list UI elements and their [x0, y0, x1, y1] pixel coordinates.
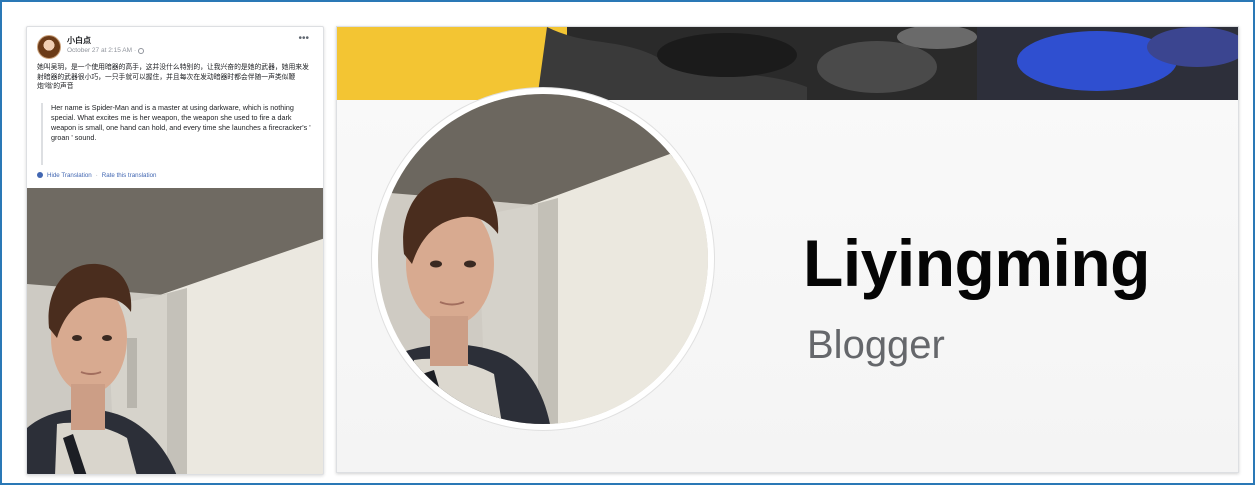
post-translation-text: Her name is Spider-Man and is a master a… [41, 103, 313, 165]
screenshot-frame: 小白点 October 27 at 2:15 AM · ••• 她叫吴玥，是一个… [0, 0, 1255, 485]
link-separator: · [95, 171, 98, 179]
globe-icon [138, 47, 145, 54]
profile-name[interactable]: Liyingming [803, 225, 1150, 301]
post-photo[interactable] [27, 188, 323, 474]
post-meta: October 27 at 2:15 AM · [67, 47, 145, 54]
post-header: 小白点 October 27 at 2:15 AM · ••• [27, 27, 323, 61]
translate-icon [37, 172, 43, 178]
post-photo-image [27, 188, 323, 474]
post-card: 小白点 October 27 at 2:15 AM · ••• 她叫吴玥，是一个… [26, 26, 324, 475]
cover-photo-image [337, 27, 1238, 100]
post-original-text: 她叫吴玥，是一个使用暗器的高手，这并没什么特别的，让我兴奋的是她的武器，她用来发… [37, 64, 309, 90]
profile-picture[interactable] [378, 94, 708, 424]
rate-translation-link[interactable]: Rate this translation [102, 172, 157, 179]
meta-separator: · [134, 47, 137, 54]
cover-photo[interactable] [337, 27, 1238, 100]
post-author[interactable]: 小白点 [67, 35, 91, 46]
translation-links: Hide Translation · Rate this translation [27, 165, 323, 181]
profile-card: Liyingming Blogger [336, 26, 1239, 473]
author-avatar[interactable] [37, 35, 61, 59]
profile-picture-image [378, 94, 708, 424]
more-options-button[interactable]: ••• [298, 34, 309, 44]
post-timestamp[interactable]: October 27 at 2:15 AM [67, 47, 132, 54]
profile-category: Blogger [807, 323, 945, 367]
hide-translation-link[interactable]: Hide Translation [47, 172, 92, 179]
